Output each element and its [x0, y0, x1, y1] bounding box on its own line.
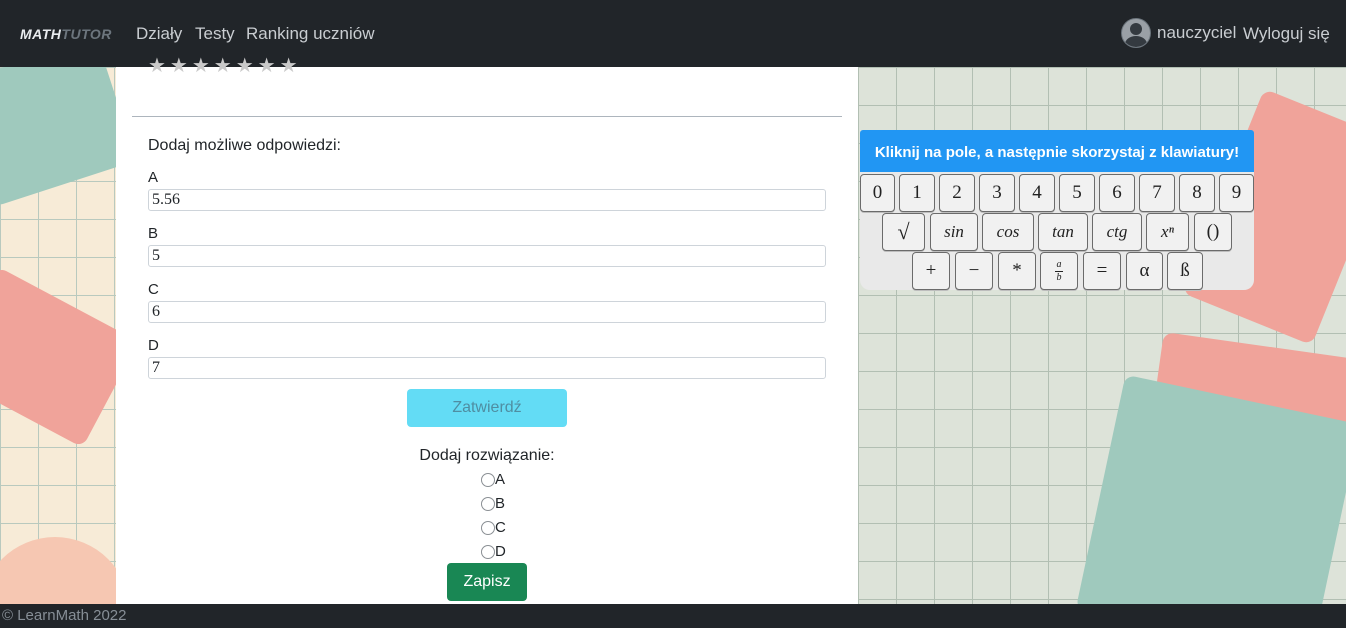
key-1[interactable]: 1	[899, 174, 935, 212]
key-3[interactable]: 3	[979, 174, 1015, 212]
key-0[interactable]: 0	[860, 174, 895, 212]
option-b-input[interactable]: 5	[148, 245, 826, 267]
user-menu[interactable]: nauczyciel	[1121, 18, 1236, 48]
option-d-label: D	[148, 337, 159, 354]
key-8[interactable]: 8	[1179, 174, 1215, 212]
confirm-button[interactable]: Zatwierdź	[407, 389, 567, 427]
key-cos[interactable]: cos	[982, 213, 1034, 251]
option-c-input[interactable]: 6	[148, 301, 826, 323]
radio-button[interactable]	[481, 520, 495, 535]
option-d-input[interactable]: 7	[148, 357, 826, 379]
key-beta[interactable]: ß	[1167, 252, 1203, 290]
triangle-ruler-decoration	[0, 67, 116, 207]
key-minus[interactable]: −	[955, 252, 993, 290]
key-alpha[interactable]: α	[1126, 252, 1163, 290]
key-sqrt[interactable]: √	[882, 213, 925, 251]
key-plus[interactable]: +	[912, 252, 950, 290]
answers-section-title: Dodaj możliwe odpowiedzi:	[148, 137, 341, 154]
fraction-icon: ab	[1055, 258, 1063, 283]
solution-radio-c[interactable]: C	[481, 519, 506, 536]
key-sin[interactable]: sin	[930, 213, 978, 251]
nav-link-ranking[interactable]: Ranking uczniów	[246, 24, 375, 44]
brand-text-math: MATH	[20, 26, 62, 42]
brand-logo[interactable]: MATHTUTOR	[20, 26, 112, 42]
keyboard-header: Kliknij na pole, a następnie skorzystaj …	[860, 130, 1254, 174]
save-button[interactable]: Zapisz	[447, 563, 527, 601]
brand-text-tutor: TUTOR	[61, 26, 112, 42]
option-b-label: B	[148, 225, 159, 242]
radio-label: B	[495, 495, 506, 512]
nav-link-dzialy[interactable]: Działy	[136, 24, 182, 44]
key-equals[interactable]: =	[1083, 252, 1121, 290]
radio-label: C	[495, 519, 506, 536]
logout-link[interactable]: Wyloguj się	[1243, 24, 1330, 44]
radio-label: A	[495, 471, 506, 488]
question-form-panel: ★★★★★★★ Dodaj możliwe odpowiedzi: A 5.56…	[116, 55, 858, 604]
username: nauczyciel	[1157, 23, 1237, 42]
nav-link-testy[interactable]: Testy	[195, 24, 235, 44]
key-ctg[interactable]: ctg	[1092, 213, 1142, 251]
radio-button[interactable]	[481, 544, 495, 559]
ruler-decoration	[0, 266, 116, 448]
radio-button[interactable]	[481, 496, 495, 511]
option-a-label: A	[148, 169, 159, 186]
avatar-icon	[1121, 18, 1151, 48]
key-tan[interactable]: tan	[1038, 213, 1088, 251]
key-5[interactable]: 5	[1059, 174, 1095, 212]
protractor-decoration	[0, 537, 116, 604]
solution-radio-b[interactable]: B	[481, 495, 505, 512]
radio-label: D	[495, 543, 506, 560]
rating-stars[interactable]: ★★★★★★★	[148, 53, 302, 78]
option-c-label: C	[148, 281, 159, 298]
solution-title: Dodaj rozwiązanie:	[419, 447, 555, 464]
background-pattern-left	[0, 67, 116, 604]
key-7[interactable]: 7	[1139, 174, 1175, 212]
solution-radio-d[interactable]: D	[481, 543, 506, 560]
key-6[interactable]: 6	[1099, 174, 1135, 212]
key-fraction[interactable]: ab	[1040, 252, 1078, 290]
radio-button[interactable]	[481, 472, 495, 487]
key-2[interactable]: 2	[939, 174, 975, 212]
divider	[132, 116, 842, 117]
key-4[interactable]: 4	[1019, 174, 1055, 212]
key-power[interactable]: xⁿ	[1146, 213, 1189, 251]
key-9[interactable]: 9	[1219, 174, 1254, 212]
key-multiply[interactable]: *	[998, 252, 1036, 290]
key-parentheses[interactable]: ()	[1194, 213, 1232, 251]
footer: © LearnMath 2022	[0, 604, 1346, 628]
solution-radio-a[interactable]: A	[481, 471, 505, 488]
option-a-input[interactable]: 5.56	[148, 189, 826, 211]
